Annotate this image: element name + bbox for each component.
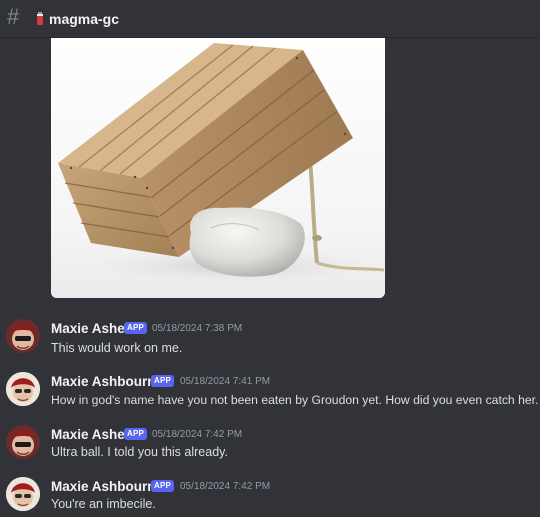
hash-icon: #: [7, 4, 20, 29]
message: Maxie Ashbourne APP 05/18/2024 7:41 PM H…: [0, 372, 540, 412]
crate-trap-illustration: [51, 38, 385, 298]
timestamp: 05/18/2024 7:42 PM: [180, 481, 271, 492]
channel-header: # magma-gc: [0, 0, 540, 38]
message-text: This would work on me.: [51, 341, 183, 355]
message-text: Ultra ball. I told you this already.: [51, 445, 228, 459]
timestamp: 05/18/2024 7:42 PM: [152, 429, 243, 440]
avatar[interactable]: [6, 372, 40, 406]
timestamp: 05/18/2024 7:38 PM: [152, 323, 243, 334]
username[interactable]: Maxie Ashbourne: [51, 479, 163, 495]
message-text: You're an imbecile.: [51, 497, 156, 511]
message: Maxie Asher APP 05/18/2024 7:42 PM Ultra…: [0, 425, 540, 465]
avatar[interactable]: [6, 425, 40, 459]
app-badge: APP: [151, 375, 175, 387]
username[interactable]: Maxie Ashbourne: [51, 374, 163, 390]
app-badge: APP: [124, 428, 148, 440]
username[interactable]: Maxie Asher: [51, 427, 130, 443]
avatar[interactable]: [6, 319, 40, 353]
message: Maxie Ashbourne APP 05/18/2024 7:42 PM Y…: [0, 477, 540, 517]
app-badge: APP: [124, 322, 148, 334]
message: Maxie Asher APP 05/18/2024 7:38 PM This …: [0, 319, 540, 359]
channel-name: magma-gc: [49, 11, 120, 27]
image-attachment[interactable]: [51, 38, 385, 298]
avatar[interactable]: [6, 477, 40, 511]
fire-extinguisher-icon: [37, 12, 43, 25]
timestamp: 05/18/2024 7:41 PM: [180, 376, 271, 387]
message-text: How in god's name have you not been eate…: [51, 393, 539, 407]
username[interactable]: Maxie Asher: [51, 321, 130, 337]
app-badge: APP: [151, 480, 175, 492]
